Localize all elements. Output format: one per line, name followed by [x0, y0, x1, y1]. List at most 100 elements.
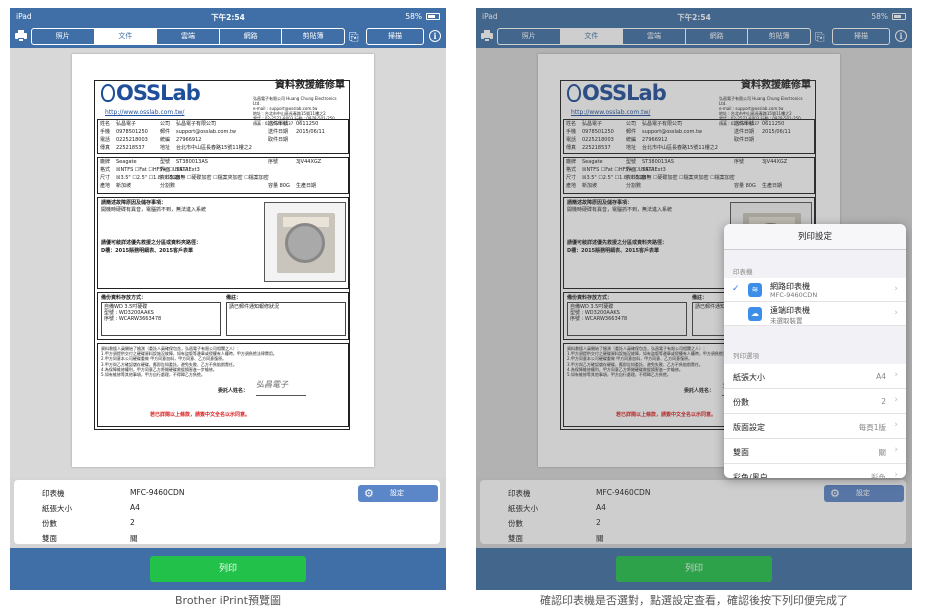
signature-image: 弘昌電子: [256, 381, 306, 396]
top-toolbar: 照片 文件 雲端 網路 剪貼簿 ⎘ 掃描 i: [476, 26, 912, 48]
print-bar: 列印: [476, 548, 912, 590]
printer-value: MFC-9460CDN: [596, 488, 651, 497]
iprint-settings-screen: iPad 下午2:54 58% 照片 文件 雲端 網路 剪貼簿 ⎘ 掃描 i O…: [476, 8, 912, 590]
form-title: 資料救援維修單: [741, 80, 811, 91]
preview-page[interactable]: OSSLab http://www.osslab.com.tw/ 資料救援維修單…: [72, 54, 374, 467]
form-row: 產地 新加坡 分割數 容量 80G 生產日期: [100, 183, 317, 189]
chevron-right-icon: ›: [894, 284, 898, 294]
form-row: 手機 0978501250 郵件 support@osslab.com.tw 送件日期 2…: [566, 129, 791, 135]
cloud-icon: ☁: [748, 307, 762, 321]
copies-value: 2: [130, 518, 135, 527]
form-row: 產地 新加坡 分割數 容量 80G 生產日期: [566, 183, 783, 189]
option-row[interactable]: 版面設定 每頁1版 ›: [724, 414, 906, 439]
form-row: 手機 0978501250 郵件 support@osslab.com.tw 送件日期 2…: [100, 129, 325, 135]
source-tabs: 照片 文件 雲端 網路 剪貼簿: [31, 28, 345, 45]
caption-right: 確認印表機是否選對，點選設定查看，確認後按下列印便完成了: [540, 594, 848, 607]
form-title: 資料救援維修單: [275, 80, 345, 91]
device-section: 廠牌 Seagate 型號 ST380013AS 序號 3JV44XGZ 格式 ☒NTFS ☐…: [97, 157, 349, 194]
print-button[interactable]: 列印: [150, 556, 306, 582]
tab-cloud[interactable]: 雲端: [157, 29, 220, 44]
settings-card: 印表機 MFC-9460CDN 紙張大小 A4 份數 2 雙面 關 ⚙ 設定: [480, 480, 906, 544]
chevron-right-icon: ›: [894, 445, 898, 455]
tab-documents[interactable]: 文件: [560, 29, 624, 44]
clock: 下午2:54: [677, 13, 711, 22]
tab-clipboard[interactable]: 剪貼簿: [282, 29, 344, 44]
form-row: 尺寸 ☒3.5" ☐2.5" ☐1.8" ☐5.25" 資料加密 ☒無 ☐硬碟加密 ☐…: [566, 175, 735, 181]
printer-icon[interactable]: [481, 30, 493, 42]
option-row[interactable]: 份數 2 ›: [724, 389, 906, 414]
repair-form: OSSLab http://www.osslab.com.tw/ 資料救援維修單…: [94, 80, 350, 430]
settings-card: 印表機 MFC-9460CDN 紙張大小 A4 份數 2 雙面 關 ⚙ 設定: [14, 480, 440, 544]
tab-photos[interactable]: 照片: [32, 29, 95, 44]
document-preview: OSSLab http://www.osslab.com.tw/ 資料救援維修單…: [10, 48, 446, 478]
backup-section: 備份資料存放方式： 自備WD 3.5吋硬碟 型號 : WD3200AAKS 序號 :…: [97, 292, 349, 340]
tab-web[interactable]: 網路: [686, 29, 749, 44]
options-header: 列印選項: [733, 352, 759, 360]
top-toolbar: 照片 文件 雲端 網路 剪貼簿 ⎘ 掃描 i: [10, 26, 446, 48]
form-row: 格式 ☒NTFS ☐Fat ☐HFS+ ☐UFS ☐Ext3 界面 SATA: [566, 167, 666, 173]
status-bar: iPad 下午2:54 58%: [10, 8, 446, 26]
duplex-value: 關: [596, 534, 604, 543]
option-row[interactable]: 雙面關 ›: [724, 439, 906, 464]
wifi-icon: ≋: [748, 283, 762, 297]
source-tabs: 照片 文件 雲端 網路 剪貼簿: [497, 28, 811, 45]
print-bar: 列印: [10, 548, 446, 590]
paper-size-value: A4: [130, 503, 140, 512]
terms-warning: 若已詳閱以上條款，請簽中文全名以示同意。: [616, 412, 717, 418]
scan-button[interactable]: 掃描: [832, 28, 890, 45]
clock: 下午2:54: [211, 13, 245, 22]
settings-button[interactable]: ⚙ 設定: [824, 485, 904, 502]
form-row: 電話 0225218003 統編 27966912 取件日期: [100, 137, 289, 143]
settings-button[interactable]: ⚙ 設定: [358, 485, 438, 502]
checkmark-icon: ✓: [732, 284, 740, 294]
printer-value: MFC-9460CDN: [130, 488, 185, 497]
form-row: 傳真 225218537 地址 台北市中山區長春路15號11樓之2: [100, 145, 252, 151]
gear-icon: ⚙: [364, 487, 374, 500]
chevron-right-icon: ›: [894, 420, 898, 430]
print-button[interactable]: 列印: [616, 556, 772, 582]
form-row: 格式 ☒NTFS ☐Fat ☐HFS+ ☐UFS ☐Ext3 界面 SATA: [100, 167, 200, 173]
duplex-value: 關: [130, 534, 138, 543]
duplex-label: 雙面: [42, 534, 57, 543]
form-row: 電話 0225218003 統編 27966912 取件日期: [566, 137, 755, 143]
chevron-right-icon: ›: [894, 470, 898, 478]
form-row: 尺寸 ☒3.5" ☐2.5" ☐1.8" ☐5.25" 資料加密 ☒無 ☐硬碟加密 ☐…: [100, 175, 269, 181]
caption-left: Brother iPrint預覽圖: [175, 594, 281, 607]
paper-size-label: 紙張大小: [508, 504, 538, 513]
tab-web[interactable]: 網路: [220, 29, 283, 44]
printer-icon[interactable]: [15, 30, 27, 42]
scanner-icon[interactable]: ⎘: [349, 30, 363, 44]
tab-documents[interactable]: 文件: [94, 29, 158, 44]
copies-label: 份數: [508, 519, 523, 528]
form-url: http://www.osslab.com.tw/: [105, 109, 185, 116]
form-row: 廠牌 Seagate 型號 ST380013AS 序號 3JV44XGZ: [100, 159, 322, 165]
info-icon[interactable]: i: [429, 30, 441, 42]
battery-percent: 58%: [871, 12, 888, 21]
tab-clipboard[interactable]: 剪貼簿: [748, 29, 810, 44]
printer-item[interactable]: ☁ 遠端印表機 未選取裝置 ›: [724, 302, 906, 326]
tab-photos[interactable]: 照片: [498, 29, 561, 44]
chevron-right-icon: ›: [894, 370, 898, 380]
tab-cloud[interactable]: 雲端: [623, 29, 686, 44]
option-row[interactable]: 彩色/黑白 彩色 ›: [724, 464, 906, 478]
chevron-right-icon: ›: [894, 308, 898, 318]
scanner-icon[interactable]: ⎘: [815, 30, 829, 44]
scan-button[interactable]: 掃描: [366, 28, 424, 45]
gear-icon: ⚙: [830, 487, 840, 500]
terms-section: 資料救援人員開始了檢測（委託人員確保包含，弘昌電子有限公司相關之人）： 1.甲方須…: [97, 343, 349, 427]
printer-item[interactable]: ✓ ≋ 網路印表機 MFC-9460CDN ›: [724, 278, 906, 302]
iprint-preview-screen: iPad 下午2:54 58% 照片 文件 雲端 網路 剪貼簿 ⎘ 掃描 i O…: [10, 8, 446, 590]
info-icon[interactable]: i: [895, 30, 907, 42]
copies-value: 2: [596, 518, 601, 527]
popover-title: 列印設定: [724, 224, 906, 250]
form-row: 姓名 弘昌電子 公司 弘昌電子有限公司 送件單號 0611250: [100, 121, 319, 127]
battery-percent: 58%: [405, 12, 422, 21]
osslab-logo: OSSLab: [101, 83, 201, 104]
printers-header: 印表機: [733, 268, 753, 276]
status-bar: iPad 下午2:54 58%: [476, 8, 912, 26]
osslab-logo: OSSLab: [567, 83, 667, 104]
printer-label: 印表機: [508, 489, 531, 498]
form-row: 廠牌 Seagate 型號 ST380013AS 序號 3JV44XGZ: [566, 159, 788, 165]
customer-section: 姓名 弘昌電子 公司 弘昌電子有限公司 送件單號 0611250 手機 0978501250 郵…: [563, 119, 815, 154]
option-row[interactable]: 紙張大小 A4 ›: [724, 364, 906, 389]
